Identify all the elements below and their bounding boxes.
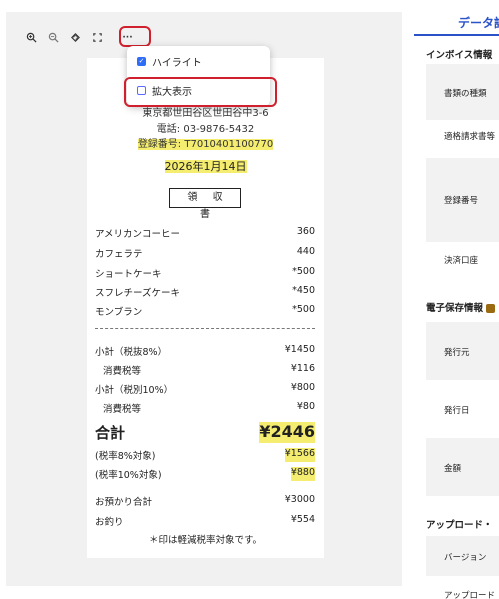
change-label: お釣り [95, 517, 124, 528]
subtotal-8-label: 小計（税抜8%） [95, 347, 168, 358]
total-label: 合計 [95, 424, 126, 442]
deposit-value: ¥3000 [284, 494, 315, 505]
change-value: ¥554 [290, 514, 315, 525]
field-cell [426, 438, 499, 496]
menu-item-highlight[interactable]: ✓ ハイライト [137, 53, 202, 69]
field-label-version: バージョン [444, 553, 487, 563]
subtotal-10-value: ¥800 [290, 382, 315, 393]
rotate-icon [71, 33, 80, 42]
tax-8-value: ¥116 [290, 363, 315, 374]
total-value: ¥2446 [259, 422, 315, 443]
item-name: スフレチーズケーキ [95, 288, 181, 299]
field-label-amount: 金額 [444, 464, 462, 474]
field-label-upload: アップロード [444, 591, 496, 599]
tax-10-row: 消費税等 ¥80 [95, 401, 315, 415]
receipt-date: 2026年1月14日 [164, 160, 247, 173]
zoom-out-button[interactable] [44, 28, 63, 47]
receipt-page: 東京都世田谷区世田谷中3-6 電話: 03-9876-5432 登録番号: T7… [87, 58, 324, 558]
tax-8-label: 消費税等 [103, 366, 142, 377]
subtotal-8-value: ¥1450 [284, 344, 315, 355]
receipt-divider [95, 328, 315, 329]
deposit-label: お預かり合計 [95, 497, 153, 508]
receipt-note: ＊印は軽減税率対象です。 [148, 535, 263, 546]
invoice-section-header: インボイス情報 [426, 50, 493, 61]
receipt-registration: 登録番号: T7010401100770 [137, 139, 274, 150]
subtotal-10-label: 小計（税別10%） [95, 385, 174, 396]
fit-screen-button[interactable] [88, 28, 107, 47]
item-name: ショートケーキ [95, 269, 162, 280]
zoom-in-icon [26, 32, 37, 43]
storage-header-label: 電子保存情報 [426, 303, 484, 314]
field-label-issuer: 発行元 [444, 348, 470, 358]
receipt-item-row: モンブラン *500 [95, 304, 315, 318]
field-label-qualified-invoice: 適格請求書等 [444, 132, 496, 142]
data-detail-panel: データ詳 インボイス情報 書類の種類 適格請求書等 登録番号 決済口座 電子保存… [414, 0, 499, 599]
field-label-doc-type: 書類の種類 [444, 89, 487, 99]
receipt-item-row: カフェラテ 440 [95, 246, 315, 260]
target-10-row: (税率10%対象) ¥880 [95, 467, 315, 481]
deposit-row: お預かり合計 ¥3000 [95, 494, 315, 508]
tab-data-detail[interactable]: データ詳 [458, 14, 499, 31]
receipt-date-wrap: 2026年1月14日 [87, 158, 324, 174]
receipt-item-row: スフレチーズケーキ *450 [95, 285, 315, 299]
menu-item-label: ハイライト [152, 57, 202, 69]
target-10-value: ¥880 [290, 467, 315, 481]
zoom-out-icon [48, 32, 59, 43]
receipt-item-row: ショートケーキ *500 [95, 266, 315, 280]
receipt-registration-wrap: 登録番号: T7010401100770 [87, 135, 324, 150]
item-name: アメリカンコーヒー [95, 229, 181, 240]
tax-10-label: 消費税等 [103, 404, 142, 415]
field-label-account: 決済口座 [444, 256, 479, 266]
subtotal-8-row: 小計（税抜8%） ¥1450 [95, 344, 315, 358]
more-options-highlight-box [119, 26, 151, 47]
item-name: モンブラン [95, 307, 143, 318]
checkbox-checked-icon[interactable]: ✓ [137, 56, 146, 66]
badge-icon [486, 304, 496, 313]
tab-underline [414, 34, 499, 36]
target-8-row: (税率8%対象) ¥1566 [95, 448, 315, 462]
tax-8-row: 消費税等 ¥116 [95, 363, 315, 377]
zoom-in-button[interactable] [22, 28, 41, 47]
subtotal-10-row: 小計（税別10%） ¥800 [95, 382, 315, 396]
storage-section-header: 電子保存情報 [426, 300, 496, 314]
item-price: *500 [292, 304, 315, 315]
zoom-view-highlight-box [124, 77, 277, 107]
total-row: 合計 ¥2446 [95, 422, 315, 443]
change-row: お釣り ¥554 [95, 514, 315, 528]
item-price: *500 [292, 266, 315, 277]
field-label-issue-date: 発行日 [444, 406, 470, 416]
fit-screen-icon [93, 33, 102, 42]
item-name: カフェラテ [95, 249, 143, 260]
target-8-label: (税率8%対象) [95, 451, 156, 462]
target-8-value: ¥1566 [284, 448, 315, 462]
receipt-item-row: アメリカンコーヒー 360 [95, 226, 315, 240]
item-price: 440 [296, 246, 315, 257]
tax-10-value: ¥80 [296, 401, 315, 412]
upload-section-header: アップロード・ [426, 520, 493, 531]
rotate-button[interactable] [66, 28, 85, 47]
item-price: 360 [296, 226, 315, 237]
target-10-label: (税率10%対象) [95, 470, 162, 481]
receipt-title: 領 収 書 [169, 188, 241, 220]
receipt-phone: 電話: 03-9876-5432 [156, 124, 255, 135]
field-label-registration: 登録番号 [444, 196, 479, 206]
item-price: *450 [292, 285, 315, 296]
